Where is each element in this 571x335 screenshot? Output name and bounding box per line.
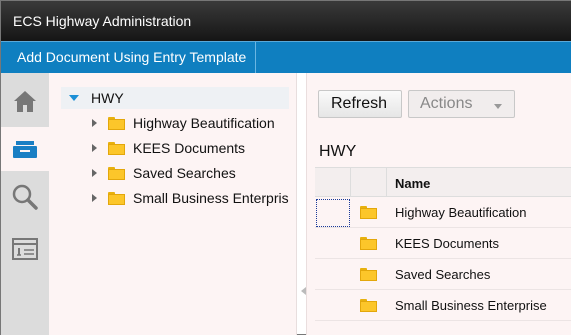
folder-icon: [108, 166, 125, 180]
tree-node-hwy[interactable]: HWY: [61, 87, 289, 109]
app-title: ECS Highway Administration: [13, 13, 192, 29]
tree-node-kees-documents[interactable]: KEES Documents: [92, 137, 245, 159]
launch-search-button[interactable]: [1, 175, 49, 219]
command-bar: Add Document Using Entry Template: [1, 41, 571, 73]
tree-node-saved-searches[interactable]: Saved Searches: [92, 162, 236, 184]
expand-down-arrow-icon[interactable]: [69, 95, 79, 101]
tree-node-label: HWY: [91, 90, 124, 106]
tree-node-label: KEES Documents: [133, 140, 246, 156]
actions-dropdown[interactable]: Actions: [408, 90, 515, 118]
name-column-header[interactable]: Name: [395, 176, 430, 191]
list-row[interactable]: Saved Searches: [315, 259, 571, 290]
refresh-button[interactable]: Refresh: [318, 90, 402, 118]
row-focus-indicator: [316, 199, 350, 227]
folder-browse-icon: [13, 141, 37, 158]
expand-right-arrow-icon[interactable]: [92, 119, 97, 127]
app-titlebar: ECS Highway Administration: [1, 1, 571, 41]
folder-icon: [360, 268, 377, 281]
list-row[interactable]: Highway Beautification: [315, 197, 571, 228]
form-template-icon: [12, 238, 38, 260]
row-name[interactable]: Saved Searches: [395, 267, 490, 282]
folder-tree-pane: HWY Highway Beautification KEES Document…: [49, 73, 297, 335]
tree-node-small-business-enterprise[interactable]: Small Business Enterpris: [92, 187, 289, 209]
select-column-header[interactable]: [315, 168, 351, 197]
expand-right-arrow-icon[interactable]: [92, 194, 97, 202]
add-document-entry-template-button[interactable]: Add Document Using Entry Template: [1, 42, 257, 73]
folder-icon: [108, 191, 125, 205]
list-header: Name: [315, 167, 571, 197]
folder-icon: [360, 237, 377, 250]
search-icon: [12, 184, 38, 210]
icon-column-header[interactable]: [351, 168, 387, 197]
current-folder-title: HWY: [319, 143, 357, 160]
expand-right-arrow-icon[interactable]: [92, 144, 97, 152]
list-row[interactable]: Small Business Enterprise: [315, 290, 571, 321]
folder-icon: [108, 141, 125, 155]
tree-node-label: Small Business Enterpris: [133, 190, 289, 206]
actions-label: Actions: [420, 95, 473, 112]
launch-home-button[interactable]: [1, 79, 49, 123]
content-pane: Refresh Actions HWY Name Highway Beautif…: [306, 73, 571, 335]
row-name[interactable]: KEES Documents: [395, 236, 499, 251]
tree-node-label: Highway Beautification: [133, 115, 275, 131]
folder-icon: [360, 299, 377, 312]
home-icon: [14, 91, 36, 112]
tree-node-label: Saved Searches: [133, 165, 236, 181]
launch-bar: [1, 73, 50, 335]
row-name[interactable]: Small Business Enterprise: [395, 298, 547, 313]
launch-browse-button[interactable]: [1, 127, 50, 171]
launch-entry-templates-button[interactable]: [1, 227, 49, 271]
expand-right-arrow-icon[interactable]: [92, 169, 97, 177]
row-name[interactable]: Highway Beautification: [395, 205, 527, 220]
chevron-down-icon: [494, 104, 502, 109]
folder-icon: [360, 206, 377, 219]
folder-icon: [108, 116, 125, 130]
list-row[interactable]: KEES Documents: [315, 228, 571, 259]
tree-node-highway-beautification[interactable]: Highway Beautification: [92, 112, 275, 134]
